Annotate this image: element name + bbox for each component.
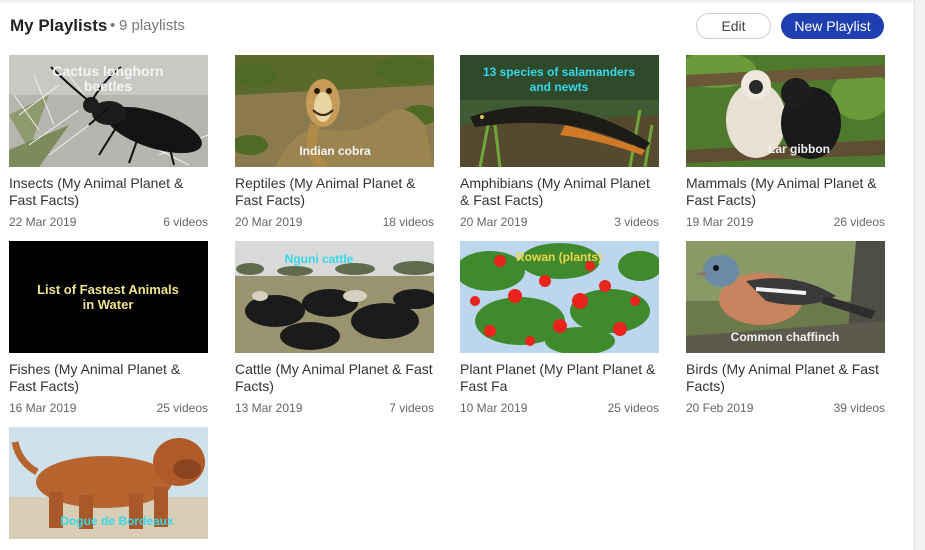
playlist-date: 10 Mar 2019 (460, 401, 528, 415)
playlist-date: 22 Mar 2019 (9, 215, 77, 229)
playlist-title[interactable]: Amphibians (My Animal Planet & Fast Fact… (460, 175, 659, 209)
playlist-thumbnail[interactable]: Cactus longhorn beetles (9, 55, 208, 167)
scrollbar-track[interactable] (914, 0, 925, 550)
playlist-date: 20 Mar 2019 (235, 215, 303, 229)
thumbnail-caption: Dogue de Bordeaux (60, 514, 174, 528)
thumbnail-caption-line2: beetles (84, 78, 132, 94)
title-separator: • (110, 17, 116, 34)
thumbnail-caption: Rowan (plants) (516, 250, 602, 264)
thumbnail-caption: 13 species of salamanders (483, 65, 635, 79)
playlist-title[interactable]: Mammals (My Animal Planet & Fast Facts) (686, 175, 885, 209)
playlist-date: 13 Mar 2019 (235, 401, 303, 415)
playlists-header: My Playlists • 9 playlists Edit New Play… (10, 12, 886, 40)
playlist-thumbnail[interactable]: List of Fastest Animals in Water (9, 241, 208, 353)
playlist-thumbnail[interactable]: Rowan (plants) (460, 241, 659, 353)
playlist-date: 20 Feb 2019 (686, 401, 754, 415)
playlist-thumbnail[interactable]: Lar gibbon (686, 55, 885, 167)
video-count: 18 videos (382, 215, 434, 229)
video-count: 6 videos (163, 215, 208, 229)
top-shadow (0, 0, 916, 4)
edit-button[interactable]: Edit (696, 13, 771, 39)
thumbnail-caption: Common chaffinch (731, 330, 840, 344)
playlist-title[interactable]: Reptiles (My Animal Planet & Fast Facts) (235, 175, 434, 209)
playlist-title[interactable]: Plant Planet (My Plant Planet & Fast Fa (460, 361, 659, 395)
playlist-title[interactable]: Cattle (My Animal Planet & Fast Facts) (235, 361, 434, 395)
video-count: 25 videos (156, 401, 208, 415)
page-title: My Playlists (10, 16, 108, 35)
playlist-count: 9 playlists (119, 17, 185, 34)
playlist-thumbnail[interactable]: Common chaffinch (686, 241, 885, 353)
video-count: 39 videos (833, 401, 885, 415)
new-playlist-button[interactable]: New Playlist (781, 13, 884, 39)
thumbnail-caption: Nguni cattle (285, 252, 354, 266)
video-count: 7 videos (389, 401, 434, 415)
video-count: 25 videos (607, 401, 659, 415)
playlist-thumbnail[interactable]: 13 species of salamanders and newts (460, 55, 659, 167)
thumbnail-caption: Lar gibbon (768, 142, 830, 156)
thumbnail-caption: Cactus longhorn (52, 63, 163, 79)
playlist-thumbnail[interactable]: Dogue de Bordeaux (9, 427, 208, 539)
playlist-thumbnail[interactable]: Indian cobra (235, 55, 434, 167)
thumbnail-caption: List of Fastest Animals (37, 282, 179, 297)
video-count: 3 videos (614, 215, 659, 229)
video-count: 26 videos (833, 215, 885, 229)
playlist-date: 20 Mar 2019 (460, 215, 528, 229)
playlist-date: 16 Mar 2019 (9, 401, 77, 415)
playlist-title[interactable]: Birds (My Animal Planet & Fast Facts) (686, 361, 885, 395)
playlist-title[interactable]: Insects (My Animal Planet & Fast Facts) (9, 175, 208, 209)
playlist-date: 19 Mar 2019 (686, 215, 754, 229)
thumbnail-caption-line2: and newts (530, 80, 589, 94)
playlist-thumbnail[interactable]: Nguni cattle (235, 241, 434, 353)
thumbnail-caption-line2: in Water (83, 297, 134, 312)
thumbnail-caption: Indian cobra (299, 144, 371, 158)
playlist-title[interactable]: Fishes (My Animal Planet & Fast Facts) (9, 361, 208, 395)
